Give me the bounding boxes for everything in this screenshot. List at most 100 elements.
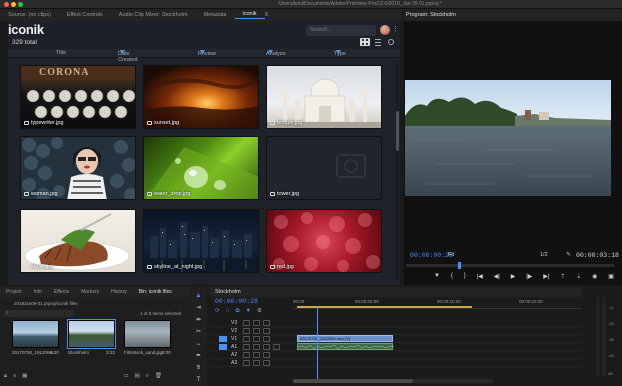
tab-bin-iconik-files[interactable]: Bin: iconik files [133, 289, 178, 295]
list-view-icon[interactable] [373, 38, 383, 46]
source-patch-v1[interactable] [219, 336, 227, 342]
icon-view-icon[interactable]: ▦ [22, 373, 27, 381]
go-to-in-icon[interactable]: |◀ [477, 273, 483, 281]
snap-icon[interactable]: ∩ [226, 308, 230, 315]
timeline-playhead[interactable] [317, 307, 318, 383]
asset-card-woman[interactable]: woman.jpg [20, 136, 136, 200]
asset-card-steak[interactable]: steak.jpg [20, 209, 136, 273]
extract-icon[interactable]: ⇣ [576, 273, 581, 281]
go-to-out-icon[interactable]: ▶| [543, 273, 549, 281]
play-icon[interactable]: ▶ [511, 273, 516, 281]
nest-icon[interactable]: ⟳ [215, 308, 220, 315]
tab-markers[interactable]: Markers [75, 289, 105, 295]
solo-icon[interactable] [263, 352, 270, 358]
tab-iconik[interactable]: iconik [234, 11, 265, 19]
trash-icon[interactable]: 🗑︎ [155, 373, 162, 381]
pen-tool-icon[interactable]: ✒ [195, 353, 202, 359]
asset-card-water-drop[interactable]: water_drop.jpg [143, 136, 259, 200]
mark-in-icon[interactable]: { [451, 273, 453, 281]
track-select-tool-icon[interactable]: ⇥ [195, 305, 202, 311]
scrollbar-thumb[interactable] [396, 111, 399, 151]
asset-card-red[interactable]: red.jpg [266, 209, 382, 273]
fit-dropdown[interactable]: Fit [448, 252, 454, 258]
mute-icon[interactable] [253, 344, 260, 350]
program-playhead[interactable] [458, 262, 461, 269]
program-scrub-bar[interactable] [406, 262, 614, 269]
search-bin-icon[interactable]: ⌕ [146, 373, 149, 381]
sync-lock-icon[interactable] [253, 336, 260, 342]
program-monitor-tab[interactable]: Program: Stockholm [404, 9, 622, 21]
asset-card-tower[interactable]: tower.jpg [266, 136, 382, 200]
video-clip[interactable]: 20170730_1912094.mov [V] [297, 335, 393, 342]
asset-card-sunset[interactable]: sunset.jpg [143, 65, 259, 129]
zoom-scrollbar-thumb[interactable] [293, 379, 413, 383]
work-area-bar[interactable] [297, 306, 472, 308]
voiceover-icon[interactable] [273, 344, 280, 350]
eye-icon[interactable] [263, 320, 270, 326]
avatar[interactable] [380, 25, 390, 35]
camera-icon[interactable]: ▣ [608, 273, 614, 281]
grid-view-icon[interactable] [360, 38, 370, 46]
settings-gear-icon[interactable] [386, 38, 396, 46]
slip-tool-icon[interactable]: ↔ [195, 341, 202, 347]
mark-out-icon[interactable]: } [464, 273, 466, 281]
resolution-dropdown[interactable]: 1/2 [540, 252, 548, 258]
column-analyze[interactable]: Analyze [266, 50, 286, 57]
export-frame-icon[interactable]: ◉ [592, 273, 597, 281]
selection-tool-icon[interactable]: ▲ [195, 293, 202, 299]
mute-icon[interactable] [253, 352, 260, 358]
solo-icon[interactable] [263, 344, 270, 350]
timeline-ruler[interactable]: 00:00 00:00:05:00 00:00:10:00 00:00:15:0… [293, 297, 582, 309]
sync-lock-icon[interactable] [253, 320, 260, 326]
step-back-icon[interactable]: ◀| [494, 273, 500, 281]
source-patch-a1[interactable] [219, 344, 227, 350]
type-tool-icon[interactable]: T [195, 377, 202, 383]
tab-history[interactable]: History [105, 289, 133, 295]
add-marker-icon[interactable]: ▼ [246, 308, 251, 315]
column-review[interactable]: Review [198, 50, 216, 57]
asset-card-temple[interactable]: temple.jpg [266, 65, 382, 129]
list-view-icon[interactable]: ≡ [13, 373, 16, 381]
column-title[interactable]: Title [56, 50, 66, 56]
clip-thumb-0[interactable] [12, 320, 59, 348]
hand-tool-icon[interactable]: ✋︎ [195, 365, 202, 371]
solo-icon[interactable] [263, 360, 270, 366]
search-input[interactable]: Search... [306, 25, 376, 36]
add-marker-icon[interactable]: ▼ [434, 273, 440, 281]
tab-effects[interactable]: Effects [48, 289, 75, 295]
timeline-settings-icon[interactable]: ⚙︎ [257, 308, 262, 315]
tab-source[interactable]: Source: (no clips) [0, 12, 59, 18]
column-type[interactable]: Type [334, 50, 346, 57]
timeline-tab[interactable]: Stockholm [209, 287, 582, 297]
asset-card-skyline[interactable]: skyline_at_night.jpg [143, 209, 259, 273]
lock-track-icon[interactable] [243, 320, 250, 326]
tab-info[interactable]: Info [28, 289, 48, 295]
tab-menu-icon[interactable]: ≡ [265, 12, 269, 18]
ripple-edit-tool-icon[interactable]: ⇹ [195, 317, 202, 323]
lock-track-icon[interactable] [243, 360, 250, 366]
tab-audio-clip-mixer[interactable]: Audio Clip Mixer: Stockholm [111, 12, 196, 18]
timeline-zoom-scrollbar[interactable] [293, 379, 493, 383]
tab-metadata[interactable]: Metadata [196, 12, 235, 18]
wrench-icon[interactable]: ✎ [566, 251, 571, 258]
eye-icon[interactable] [263, 336, 270, 342]
lock-track-icon[interactable] [243, 352, 250, 358]
clip-thumb-1[interactable] [67, 319, 116, 349]
eye-icon[interactable] [263, 328, 270, 334]
mute-icon[interactable] [253, 360, 260, 366]
lock-track-icon[interactable] [243, 344, 250, 350]
bin-search-input[interactable]: ⌕ [4, 310, 74, 317]
linked-selection-icon[interactable]: ⧉ [236, 308, 240, 315]
new-item-icon[interactable]: ▤ [135, 373, 140, 381]
lift-icon[interactable]: ⇡ [560, 273, 565, 281]
more-menu-icon[interactable]: ⋮ [392, 25, 399, 34]
step-forward-icon[interactable]: |▶ [526, 273, 532, 281]
zoom-window-button[interactable] [18, 2, 23, 7]
new-bin-icon[interactable]: ▭ [123, 373, 128, 381]
close-window-button[interactable] [4, 2, 9, 7]
lock-track-icon[interactable] [243, 336, 250, 342]
timeline-timecode[interactable]: 00:00:00:28 [215, 298, 258, 305]
tab-project[interactable]: Project [0, 289, 28, 295]
asset-card-typewriter[interactable]: CORONA typewriter.jpg [20, 65, 136, 129]
clip-thumb-2[interactable] [124, 320, 171, 348]
